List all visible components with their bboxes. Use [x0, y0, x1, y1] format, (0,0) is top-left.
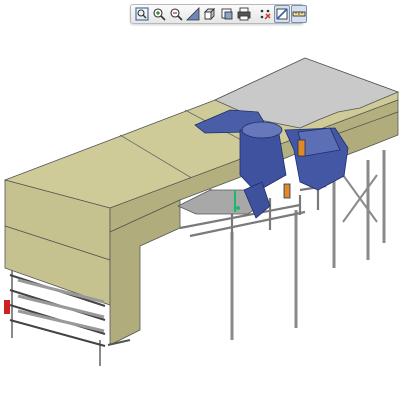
- model-viewport[interactable]: [0, 0, 400, 400]
